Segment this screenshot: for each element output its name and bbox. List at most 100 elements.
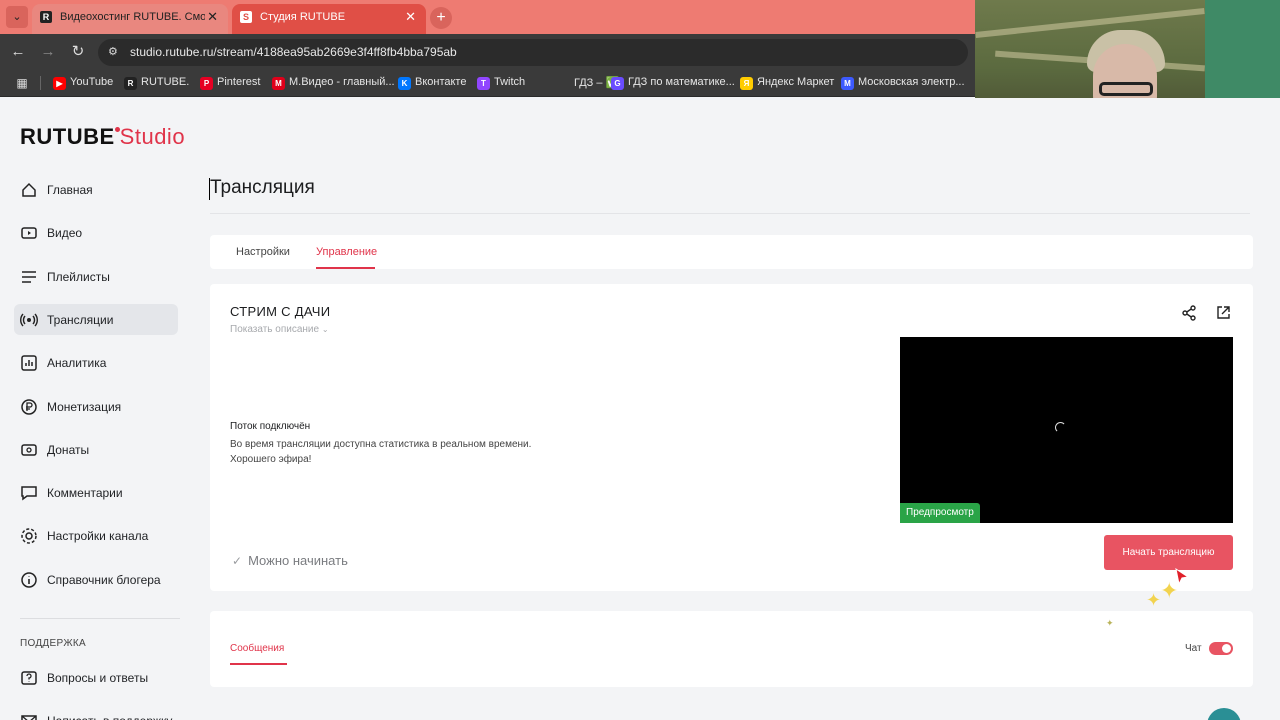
browser-tab-rutube[interactable]: R Видеохостинг RUTUBE. Смотрите ✕	[32, 4, 228, 34]
sidebar-item-label: Комментарии	[47, 486, 123, 501]
chevron-down-icon: ⌄	[321, 325, 329, 334]
stream-status-line: Хорошего эфира!	[230, 454, 312, 465]
bookmark-label: YouTube	[70, 76, 114, 88]
tab-search-chevron-icon[interactable]: ⌄	[6, 6, 28, 28]
address-toolbar: ← → ↻ ⚙ studio.rutube.ru/stream/4188ea95…	[0, 34, 980, 70]
broadcast-icon	[20, 311, 38, 329]
tab-messages[interactable]: Сообщения	[230, 643, 284, 654]
bookmark-item[interactable]: K Вконтакте	[398, 76, 467, 90]
page-tabs: Настройки Управление	[210, 235, 1253, 269]
bookmark-label: RUTUBE.	[141, 76, 190, 88]
sidebar-item[interactable]: Настройки канала	[14, 520, 178, 551]
webcam-person-glasses	[1099, 82, 1153, 96]
url-text: studio.rutube.ru/stream/4188ea95ab2669e3…	[130, 45, 457, 59]
bookmark-label: Pinterest	[217, 76, 261, 88]
stream-title: СТРИМ С ДАЧИ	[230, 304, 331, 319]
sidebar-item-label: Вопросы и ответы	[47, 671, 149, 685]
sidebar-item[interactable]: Донаты	[14, 434, 178, 465]
bookmark-favicon-icon: P	[200, 77, 213, 90]
share-icon[interactable]	[1180, 304, 1198, 322]
chat-toggle-label: Чат	[1185, 643, 1202, 654]
sidebar-item[interactable]: Главная	[14, 174, 178, 205]
sidebar-item-label: Монетизация	[47, 399, 122, 414]
sidebar-item-label: Главная	[47, 183, 93, 197]
close-tab-icon[interactable]: ✕	[207, 4, 218, 30]
toggle-knob	[1222, 644, 1231, 653]
bookmark-item[interactable]: G ГДЗ по математике...	[611, 76, 735, 90]
preview-badge: Предпросмотр	[900, 503, 980, 523]
stream-preview-player[interactable]: Предпросмотр	[900, 337, 1233, 523]
sidebar-item-label: Настройки канала	[47, 529, 149, 544]
reload-icon[interactable]: ↻	[68, 42, 88, 62]
mail-icon	[20, 712, 38, 720]
sidebar-item-label: Донаты	[47, 442, 90, 457]
page-title: Трансляция	[210, 177, 315, 198]
bookmark-favicon-icon	[557, 77, 570, 90]
stream-status-line: Во время трансляции доступна статистика …	[230, 439, 532, 450]
sidebar-item-label: Аналитика	[47, 356, 107, 371]
question-icon	[20, 669, 38, 687]
close-tab-icon[interactable]: ✕	[405, 4, 416, 30]
home-icon	[20, 181, 38, 199]
sidebar-item[interactable]: Вопросы и ответы	[14, 662, 178, 693]
show-description-label: Показать описание	[230, 324, 320, 335]
gear-icon	[20, 527, 38, 545]
site-info-icon[interactable]: ⚙	[108, 45, 122, 59]
studio-app: RUTUBE Studio Главная Видео Плейлисты Трансл…	[0, 98, 1280, 720]
sidebar-item[interactable]: Плейлисты	[14, 261, 178, 292]
show-description-toggle[interactable]: Показать описание ⌄	[230, 324, 329, 335]
url-field[interactable]: ⚙ studio.rutube.ru/stream/4188ea95ab2669…	[98, 39, 968, 66]
bookmark-favicon-icon: M	[272, 77, 285, 90]
bookmark-divider	[40, 76, 41, 90]
bookmark-item[interactable]: R RUTUBE.	[124, 76, 190, 90]
back-arrow-icon[interactable]: ←	[8, 42, 28, 62]
playlist-icon	[20, 268, 38, 286]
studio-favicon-icon: S	[240, 11, 252, 23]
bookmark-item[interactable]: M М.Видео - главный...	[272, 76, 395, 90]
bookmark-favicon-icon: M	[841, 77, 854, 90]
sidebar-item[interactable]: Трансляции	[14, 303, 178, 335]
sparkle-icon: ✦	[1160, 578, 1179, 603]
loading-spinner-icon	[1055, 422, 1066, 433]
stream-status-heading: Поток подключён	[230, 421, 311, 432]
tab-management[interactable]: Управление	[316, 246, 377, 258]
rutube-studio-logo[interactable]: RUTUBE Studio	[20, 124, 185, 150]
bookmark-label: Twitch	[494, 76, 526, 88]
sidebar-item[interactable]: Справочник блогера	[14, 564, 178, 595]
tab-title: Студия RUTUBE	[260, 11, 346, 23]
start-stream-button[interactable]: Начать трансляцию	[1104, 535, 1233, 570]
sidebar-item-label: Видео	[47, 226, 83, 241]
bookmark-favicon-icon: G	[611, 77, 624, 90]
apps-grid-icon[interactable]: ▦	[12, 73, 32, 93]
tab-settings[interactable]: Настройки	[236, 246, 290, 258]
logo-wordmark: RUTUBE	[20, 124, 115, 149]
ready-indicator: ✓ Можно начинать	[232, 553, 348, 568]
comment-icon	[20, 484, 38, 502]
bookmark-item[interactable]: ▶ YouTube	[53, 76, 114, 90]
bookmark-item[interactable]: ГДЗ – ✅	[557, 76, 619, 90]
logo-suffix: Studio	[119, 124, 186, 149]
bookmark-favicon-icon: Я	[740, 77, 753, 90]
bookmark-item[interactable]: M Московская электр...	[841, 76, 965, 90]
check-icon: ✓	[232, 554, 243, 568]
ready-label: Можно начинать	[248, 553, 348, 568]
sidebar-item-label: Трансляции	[47, 312, 114, 327]
messages-tab-underline	[230, 663, 287, 665]
chat-toggle[interactable]	[1209, 642, 1233, 655]
sidebar-item[interactable]: Видео	[14, 217, 178, 248]
sidebar-item[interactable]: Написать в поддержку	[14, 705, 178, 720]
video-icon	[20, 224, 38, 242]
browser-tab-studio[interactable]: S Студия RUTUBE ✕	[232, 4, 426, 34]
bookmark-item[interactable]: Я Яндекс Маркет	[740, 76, 834, 90]
bookmark-label: ГДЗ по математике...	[628, 76, 735, 88]
bookmark-item[interactable]: P Pinterest	[200, 76, 261, 90]
bookmark-label: Московская электр...	[858, 76, 965, 88]
sidebar-item[interactable]: Комментарии	[14, 477, 178, 508]
new-tab-plus-icon[interactable]: +	[430, 7, 452, 29]
bookmark-item[interactable]: T Twitch	[477, 76, 526, 90]
bookmark-label: Вконтакте	[415, 76, 467, 88]
sidebar-item[interactable]: Аналитика	[14, 347, 178, 378]
forward-arrow-icon[interactable]: →	[38, 42, 58, 62]
open-external-icon[interactable]	[1214, 304, 1232, 322]
sidebar-item[interactable]: Монетизация	[14, 391, 178, 422]
